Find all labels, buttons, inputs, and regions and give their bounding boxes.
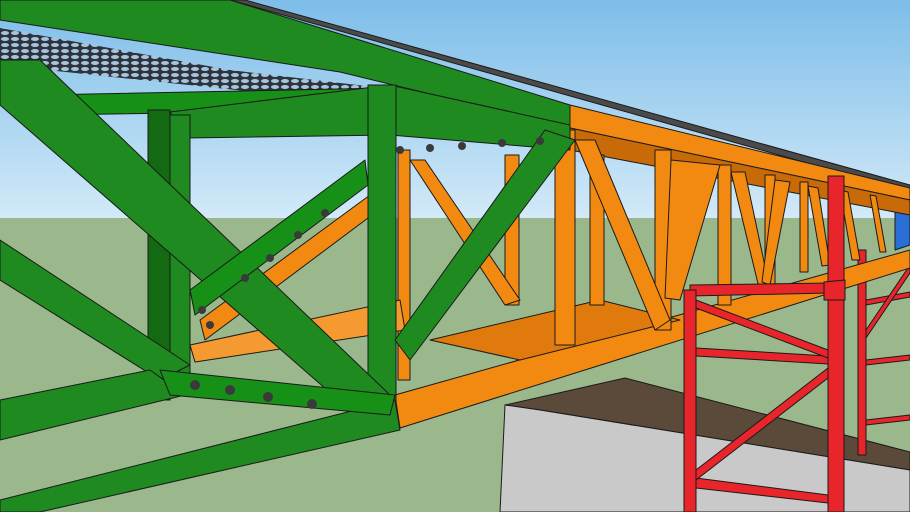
3d-viewport[interactable] bbox=[0, 0, 910, 512]
bridge-render bbox=[0, 0, 910, 512]
